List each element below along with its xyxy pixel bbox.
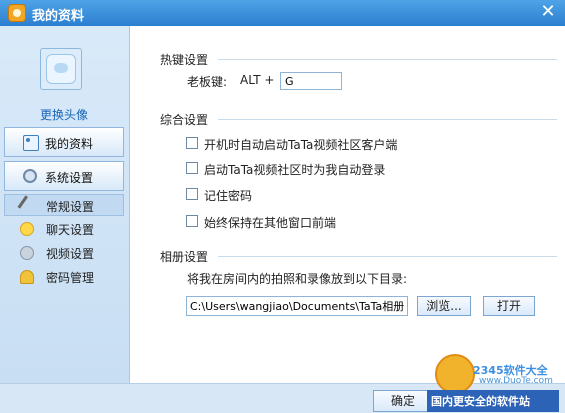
option-label: 启动TaTa视频社区时为我自动登录 xyxy=(204,163,386,177)
settings-panel: 热键设置 老板键: ALT + 综合设置 开机时自动启动TaTa视频社区客户端 … xyxy=(130,26,565,383)
avatar[interactable] xyxy=(40,48,82,90)
general-section-title: 综合设置 xyxy=(160,113,209,127)
subitem-label: 聊天设置 xyxy=(46,223,95,237)
watermark-line3: 国内更安全的软件站 xyxy=(431,395,530,408)
dialog-window: 我的资料 ✕ 更换头像 我的资料 系统设置 常规设置 聊天设置 视频设置 密码管… xyxy=(0,0,565,413)
section-divider xyxy=(218,256,557,257)
remember-password-checkbox[interactable] xyxy=(186,188,198,200)
hotkey-section-title: 热键设置 xyxy=(160,53,209,67)
app-icon xyxy=(8,4,26,22)
section-divider xyxy=(218,119,557,120)
boss-key-input[interactable] xyxy=(280,72,342,90)
ok-button[interactable]: 确定 xyxy=(373,390,433,412)
boss-key-label: 老板键: xyxy=(187,75,228,89)
browse-button[interactable]: 浏览... xyxy=(417,296,471,316)
title-bar: 我的资料 ✕ xyxy=(0,0,565,26)
open-button[interactable]: 打开 xyxy=(483,296,535,316)
avatar-image xyxy=(46,54,76,84)
subitem-label: 常规设置 xyxy=(46,200,95,214)
subitem-label: 密码管理 xyxy=(46,271,95,285)
change-avatar-link[interactable]: 更换头像 xyxy=(40,106,88,123)
section-divider xyxy=(218,59,557,60)
sidebar-item-profile[interactable]: 我的资料 xyxy=(4,127,124,157)
autostart-checkbox[interactable] xyxy=(186,137,198,149)
sidebar: 更换头像 我的资料 系统设置 常规设置 聊天设置 视频设置 密码管理 xyxy=(0,26,130,383)
webcam-icon xyxy=(20,246,34,260)
close-icon[interactable]: ✕ xyxy=(539,3,557,21)
option-label: 始终保持在其他窗口前端 xyxy=(204,216,337,230)
modifier-label: ALT + xyxy=(240,73,275,87)
sidebar-item-system-settings[interactable]: 系统设置 xyxy=(4,161,124,191)
album-path-input[interactable] xyxy=(186,296,408,316)
site-watermark: 2345软件大全 www.DuoTe.com 国内更安全的软件站 xyxy=(427,354,559,412)
subitem-label: 视频设置 xyxy=(46,247,95,261)
gear-icon xyxy=(23,169,37,183)
sidebar-item-label: 我的资料 xyxy=(45,137,94,151)
mascot-icon xyxy=(435,354,475,394)
key-icon xyxy=(20,270,34,284)
option-label: 开机时自动启动TaTa视频社区客户端 xyxy=(204,138,398,152)
autologin-checkbox[interactable] xyxy=(186,162,198,174)
album-section-title: 相册设置 xyxy=(160,250,209,264)
chat-bubble-icon xyxy=(20,222,34,236)
watermark-line2: www.DuoTe.com xyxy=(479,376,553,386)
sidebar-item-label: 系统设置 xyxy=(45,171,94,185)
profile-card-icon xyxy=(23,135,39,151)
option-label: 记住密码 xyxy=(204,189,253,203)
album-directory-label: 将我在房间内的拍照和录像放到以下目录: xyxy=(187,272,408,286)
window-title: 我的资料 xyxy=(32,9,85,24)
always-on-top-checkbox[interactable] xyxy=(186,215,198,227)
